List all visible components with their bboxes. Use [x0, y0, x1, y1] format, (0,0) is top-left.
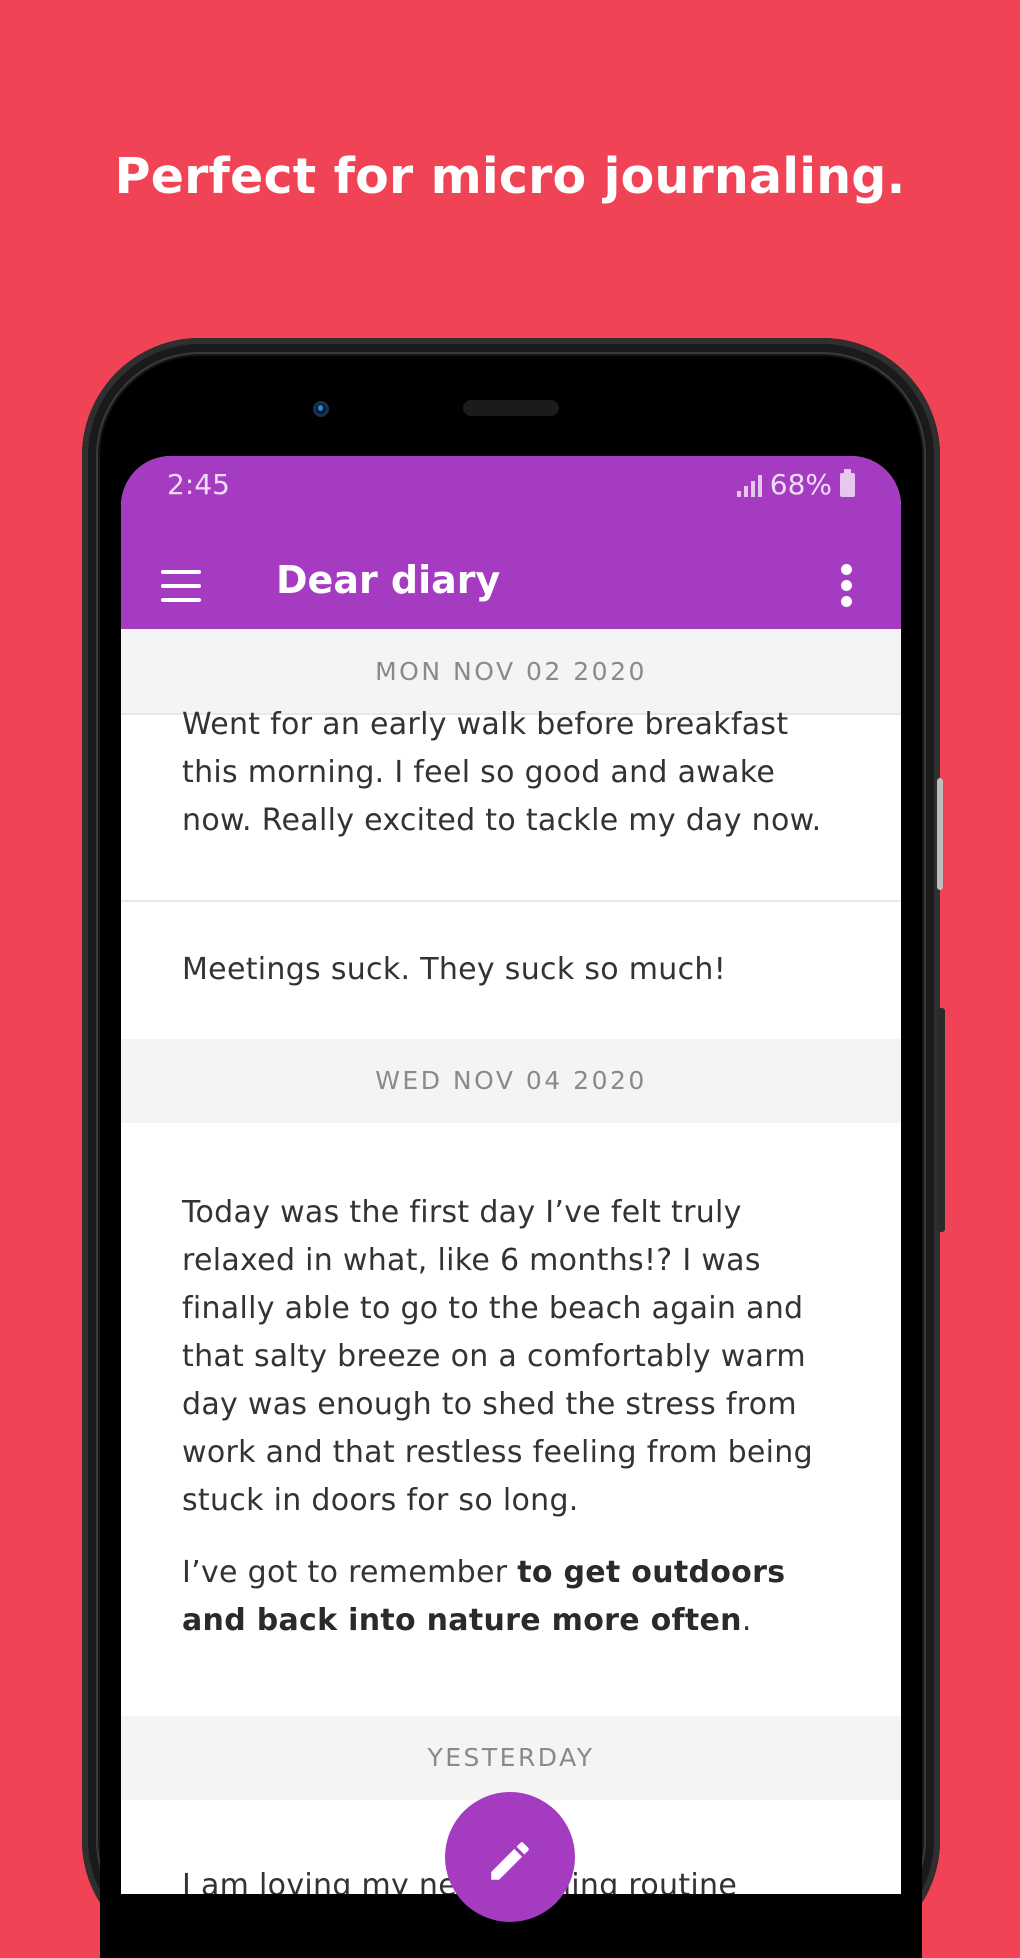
menu-icon[interactable]	[161, 570, 201, 602]
date-header: WED NOV 04 2020	[121, 1039, 901, 1123]
battery-icon	[840, 468, 855, 497]
diary-entry[interactable]: Today was the first day I’ve felt truly …	[121, 1123, 901, 1771]
new-entry-button[interactable]	[445, 1792, 575, 1922]
battery-percent: 68%	[769, 468, 832, 501]
signal-icon	[736, 473, 762, 497]
front-camera-icon	[313, 401, 329, 417]
pencil-icon	[491, 1842, 529, 1880]
more-vert-icon[interactable]	[841, 564, 853, 608]
diary-entry[interactable]: Went for an early walk before breakfast …	[121, 707, 901, 875]
status-time: 2:45	[167, 468, 230, 501]
entry-text-prefix: I’ve got to remember	[182, 1555, 518, 1590]
date-label: MON NOV 02 2020	[375, 657, 647, 686]
date-header: YESTERDAY	[121, 1716, 901, 1800]
entry-text: Today was the first day I’ve felt truly …	[182, 1195, 813, 1518]
status-bar: 2:45 68%	[121, 456, 901, 536]
entry-text-emphasis: I’ve got to remember to get outdoors and…	[182, 1549, 842, 1645]
app-screen: 2:45 68% Dear diary MON NOV 02 2020 Went…	[121, 456, 901, 1894]
date-label: YESTERDAY	[427, 1743, 595, 1772]
marketing-headline: Perfect for micro journaling.	[114, 148, 906, 205]
app-bar: Dear diary	[121, 536, 901, 629]
diary-entry[interactable]: Meetings suck. They suck so much!	[121, 902, 901, 1034]
entry-text: Meetings suck. They suck so much!	[182, 952, 727, 987]
app-title: Dear diary	[276, 558, 501, 602]
earpiece-speaker	[463, 400, 559, 416]
date-label: WED NOV 04 2020	[375, 1066, 647, 1095]
power-button	[937, 1008, 945, 1232]
status-indicators: 68%	[736, 468, 855, 501]
entry-text: Went for an early walk before breakfast …	[182, 707, 822, 838]
entry-text-suffix: .	[741, 1603, 752, 1638]
volume-button	[937, 778, 943, 890]
